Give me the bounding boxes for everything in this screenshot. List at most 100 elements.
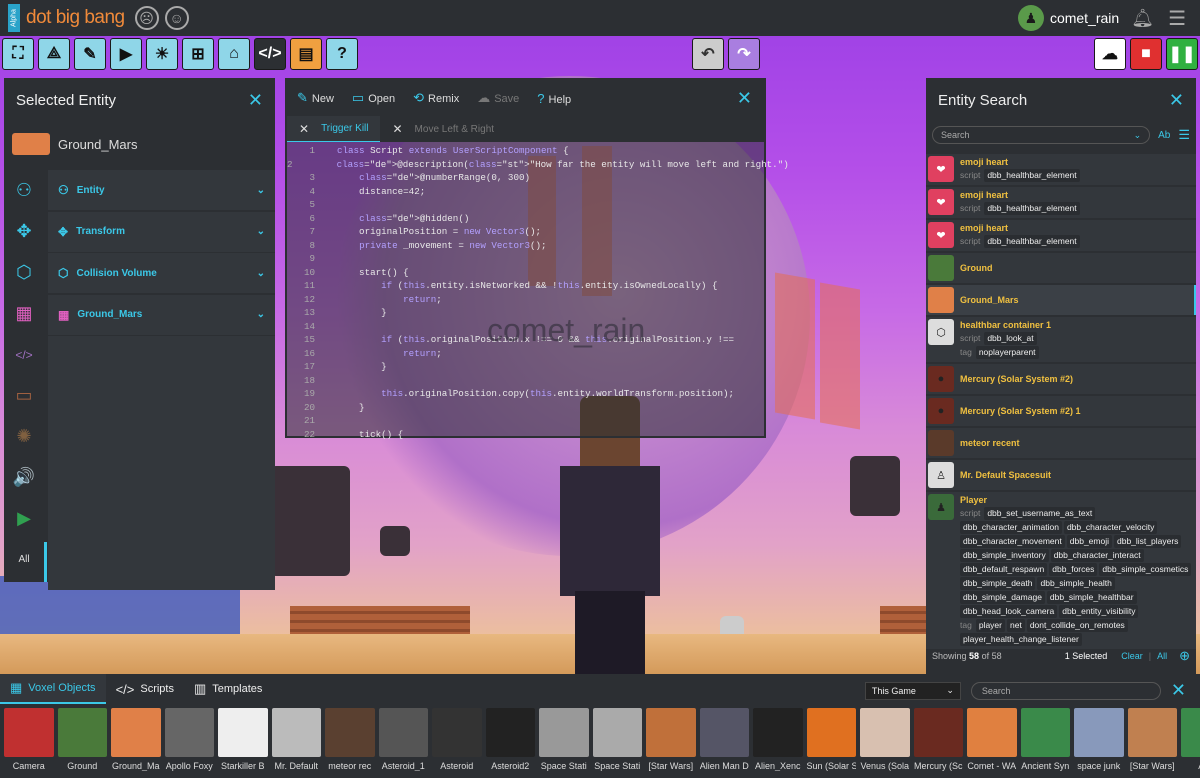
script-tag[interactable]: dbb_forces [1049, 563, 1098, 576]
script-tag[interactable]: dbb_simple_healthbar [1046, 591, 1137, 604]
asset-item[interactable]: Ancient Syn [1020, 708, 1070, 771]
tab-scripts[interactable]: </> Scripts [106, 674, 184, 704]
script-tag[interactable]: dbb_healthbar_element [984, 235, 1080, 248]
transform-icon[interactable]: ✥ [4, 211, 44, 252]
asset-item[interactable]: Mr. Default [271, 708, 321, 771]
sad-face-icon[interactable]: ☹ [134, 6, 159, 30]
chevron-down-icon[interactable]: ⌄ [257, 309, 265, 320]
camera-icon[interactable]: ▶ [4, 498, 44, 539]
close-icon[interactable]: ✕ [1171, 680, 1186, 701]
chat-icon[interactable]: ▭ [4, 375, 44, 416]
tab-templates[interactable]: ▥ Templates [184, 674, 272, 704]
chevron-down-icon[interactable]: ⌄ [257, 268, 265, 279]
snapshot-button[interactable]: ⌂ [218, 38, 250, 70]
entity-row[interactable]: ❤ emoji heart script dbb_healthbar_element [926, 220, 1196, 251]
entity-tag[interactable]: noplayerparent [975, 346, 1039, 359]
scope-select[interactable]: This Game ⌄ [864, 681, 961, 700]
asset-search-input[interactable]: Search [970, 681, 1161, 700]
section-ground-mars[interactable]: ▦ Ground_Mars ⌄ [48, 294, 275, 335]
script-tag[interactable]: dbb_character_velocity [1063, 521, 1158, 534]
asset-item[interactable]: space junk [1074, 708, 1124, 771]
user-name[interactable]: comet_rain [1050, 10, 1119, 26]
save-button[interactable]: ☁ Save [477, 90, 519, 106]
asset-item[interactable]: Camera [4, 708, 54, 771]
entity-row[interactable]: ● Mercury (Solar System #2) 1 [926, 396, 1196, 426]
script-tag[interactable]: dbb_entity_visibility [1059, 605, 1139, 618]
script-tag[interactable]: dbb_simple_cosmetics [1099, 563, 1192, 576]
asset-item[interactable]: Asteroid [432, 708, 482, 771]
chevron-down-icon[interactable]: ⌄ [1134, 130, 1142, 141]
script-tag[interactable]: dbb_simple_damage [960, 591, 1045, 604]
entity-tag[interactable]: net [1006, 619, 1025, 632]
close-icon[interactable]: ✕ [1169, 90, 1184, 111]
logo[interactable]: Alpha dot big bang [8, 0, 125, 36]
script-tag[interactable]: dbb_simple_inventory [960, 549, 1049, 562]
asset-item[interactable]: Alie [1181, 708, 1200, 771]
asset-item[interactable]: Venus (Sola [860, 708, 910, 771]
code-area[interactable]: 1 class Script extends UserScriptComponen… [287, 142, 789, 441]
entity-tag[interactable]: dont_collide_on_remotes [1026, 619, 1128, 632]
asset-item[interactable]: meteor rec [325, 708, 375, 771]
script-tag[interactable]: dbb_character_animation [960, 521, 1062, 534]
close-icon[interactable]: ✕ [248, 90, 263, 111]
asset-button[interactable]: ▤ [290, 38, 322, 70]
section-collision-volume[interactable]: ⬡ Collision Volume ⌄ [48, 253, 275, 293]
share-button[interactable]: ⟁ [38, 38, 70, 70]
tab-voxel-objects[interactable]: ▦ Voxel Objects [0, 674, 106, 704]
asset-item[interactable]: Apollo Foxy [164, 708, 214, 771]
section-transform[interactable]: ✥ Transform ⌄ [48, 211, 275, 252]
entity-row[interactable]: ♟ Player script dbb_set_username_as_textdbb… [926, 492, 1196, 649]
chevron-down-icon[interactable]: ⌄ [257, 185, 265, 196]
bell-icon[interactable]: 🔔︎ [1131, 8, 1154, 29]
script-tag[interactable]: dbb_healthbar_element [984, 202, 1080, 215]
remix-button[interactable]: ⟲ Remix [413, 90, 459, 106]
script-tag[interactable]: dbb_head_look_camera [960, 605, 1058, 618]
pause-button[interactable]: ❚❚ [1166, 38, 1198, 70]
tab-trigger-kill[interactable]: ✕ Trigger Kill [287, 116, 381, 142]
section-entity[interactable]: ⚇ Entity ⌄ [48, 170, 275, 210]
close-tab-icon[interactable]: ✕ [299, 122, 309, 136]
asset-item[interactable]: Asteroid2 [485, 708, 535, 771]
tab-move-left-right[interactable]: ✕ Move Left & Right [380, 116, 506, 142]
code-button[interactable]: </> [254, 38, 286, 70]
light-button[interactable]: ☀ [146, 38, 178, 70]
filter-all[interactable]: All [4, 539, 44, 579]
avatar[interactable]: ♟ [1017, 5, 1044, 31]
search-input[interactable]: Search ⌄ [932, 126, 1151, 144]
asset-item[interactable]: [Star Wars] [646, 708, 696, 771]
asset-item[interactable]: Mercury (Sc [913, 708, 963, 771]
script-tag[interactable]: dbb_look_at [984, 332, 1037, 345]
script-icon[interactable]: </> [4, 334, 44, 375]
script-tag[interactable]: dbb_simple_death [960, 577, 1036, 590]
edit-button[interactable]: ✎ [74, 38, 106, 70]
close-tab-icon[interactable]: ✕ [392, 122, 402, 136]
entity-row[interactable]: ❤ emoji heart script dbb_healthbar_element [926, 154, 1196, 185]
hierarchy-icon[interactable]: ⚇ [4, 170, 44, 211]
help-button[interactable]: ? [326, 38, 358, 70]
entity-tag[interactable]: player [975, 619, 1005, 632]
script-tag[interactable]: dbb_emoji [1066, 535, 1112, 548]
asset-item[interactable]: Ground [57, 708, 107, 771]
entity-row[interactable]: Ground [926, 253, 1196, 283]
new-button[interactable]: ✎ New [297, 90, 334, 106]
select-button[interactable]: ⛶ [2, 38, 34, 70]
chevron-down-icon[interactable]: ⌄ [257, 226, 265, 237]
filter-list-icon[interactable]: ☰ [1178, 127, 1190, 143]
script-tag[interactable]: dbb_character_interact [1050, 549, 1144, 562]
voxel-icon[interactable]: ▦ [4, 293, 44, 334]
particles-icon[interactable]: ✺ [4, 416, 44, 457]
asset-item[interactable]: Asteroid_1 [378, 708, 428, 771]
asset-item[interactable]: Comet - WA [967, 708, 1017, 771]
asset-item[interactable]: Starkiller B [218, 708, 268, 771]
script-tag[interactable]: dbb_list_players [1114, 535, 1182, 548]
asset-item[interactable]: Alien Man D [699, 708, 749, 771]
open-button[interactable]: ▭ Open [352, 90, 395, 106]
asset-item[interactable]: Alien_Xenc [753, 708, 803, 771]
script-tag[interactable]: dbb_simple_health [1037, 577, 1115, 590]
asset-item[interactable]: Space Stati [592, 708, 642, 771]
hierarchy-button[interactable]: ⊞ [182, 38, 214, 70]
entity-row[interactable]: ❤ emoji heart script dbb_healthbar_element [926, 187, 1196, 218]
stop-button[interactable]: ■ [1130, 38, 1162, 70]
asset-item[interactable]: Sun (Solar S [806, 708, 856, 771]
entity-row[interactable]: ● Mercury (Solar System #2) [926, 364, 1196, 394]
